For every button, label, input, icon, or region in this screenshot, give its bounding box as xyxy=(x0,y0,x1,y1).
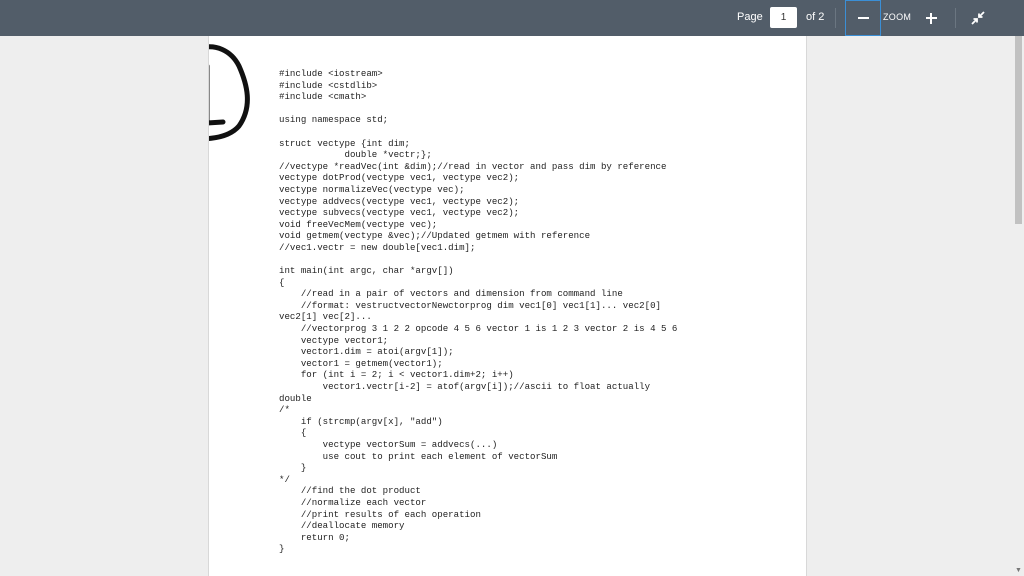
code-line: for (int i = 2; i < vector1.dim+2; i++) xyxy=(279,369,514,381)
code-line: int main(int argc, char *argv[]) xyxy=(279,265,454,277)
code-line: vectype vectorSum = addvecs(...) xyxy=(279,439,498,450)
document-page: #include <iostream> #include <cstdlib> #… xyxy=(208,36,807,576)
code-line: #include <cstdlib> xyxy=(279,79,378,91)
code-line: vec2[1] vec[2]... xyxy=(279,311,372,323)
page-count: of 2 xyxy=(806,11,825,23)
code-line: //vectorprog 3 1 2 2 opcode 4 5 6 vector… xyxy=(279,323,678,335)
code-line: struct vectype {int dim; xyxy=(279,137,410,149)
code-line: void freeVecMem(vectype vec); xyxy=(279,218,438,230)
zoom-in-button[interactable] xyxy=(920,7,942,29)
zoom-out-button[interactable] xyxy=(845,0,881,36)
code-line: void getmem(vectype &vec);//Updated getm… xyxy=(279,230,591,242)
code-line: //deallocate memory xyxy=(279,520,405,532)
toolbar-divider xyxy=(835,8,836,28)
code-line: vectype dotProd(vectype vec1, vectype ve… xyxy=(279,172,520,184)
code-line: //format: vestructvectorNewctorprog dim … xyxy=(279,299,661,311)
code-line: double xyxy=(279,392,312,404)
collapse-arrows-icon xyxy=(971,11,985,25)
scroll-down-arrow-icon[interactable]: ▼ xyxy=(1015,567,1022,575)
code-line: vector1.dim = atoi(argv[1]); xyxy=(279,346,454,358)
code-line: vectype vector1; xyxy=(279,334,389,346)
code-line: vectype subvecs(vectype vec1, vectype ve… xyxy=(279,207,520,219)
handwritten-number-annotation xyxy=(209,40,253,144)
exit-fullscreen-button[interactable] xyxy=(968,8,988,28)
code-line: //normalize each vector xyxy=(279,496,427,508)
code-line: use cout to print each element of vector… xyxy=(279,450,558,462)
zoom-label: ZOOM xyxy=(883,12,912,22)
code-line: vector1.vectr[i-2] = atof(argv[i]);//asc… xyxy=(279,381,651,393)
code-listing: #include <iostream> #include <cstdlib> #… xyxy=(279,68,677,555)
code-line: //find the dot product xyxy=(279,485,421,497)
code-line: //print results of each operation xyxy=(279,508,481,520)
code-line: //vectype *readVec(int &dim);//read in v… xyxy=(279,160,667,172)
code-line: #include <iostream> xyxy=(279,68,383,79)
vertical-scrollbar[interactable]: ▼ xyxy=(1013,36,1024,576)
code-line: #include <cmath> xyxy=(279,91,367,103)
code-line: vectype normalizeVec(vectype vec); xyxy=(279,183,465,195)
code-line: { xyxy=(279,427,307,439)
minus-icon xyxy=(857,17,869,19)
code-line: } xyxy=(279,462,307,474)
code-line: double *vectr;}; xyxy=(279,149,432,161)
code-line: //vec1.vectr = new double[vec1.dim]; xyxy=(279,241,476,253)
code-line: } xyxy=(279,543,285,555)
code-line: if (strcmp(argv[x], "add") xyxy=(279,415,443,427)
code-line: return 0; xyxy=(279,531,350,543)
pdf-toolbar: Page of 2 ZOOM xyxy=(0,0,1024,36)
code-line: //read in a pair of vectors and dimensio… xyxy=(279,288,623,300)
code-line: vector1 = getmem(vector1); xyxy=(279,357,443,369)
code-line: using namespace std; xyxy=(279,114,389,126)
code-line: vectype addvecs(vectype vec1, vectype ve… xyxy=(279,195,520,207)
scrollbar-thumb[interactable] xyxy=(1015,36,1022,224)
code-line: /* xyxy=(279,404,290,416)
code-line: */ xyxy=(279,473,290,485)
code-line: { xyxy=(279,276,285,288)
toolbar-divider xyxy=(955,8,956,28)
page-number-input[interactable] xyxy=(770,7,797,28)
page-label: Page xyxy=(737,11,763,23)
